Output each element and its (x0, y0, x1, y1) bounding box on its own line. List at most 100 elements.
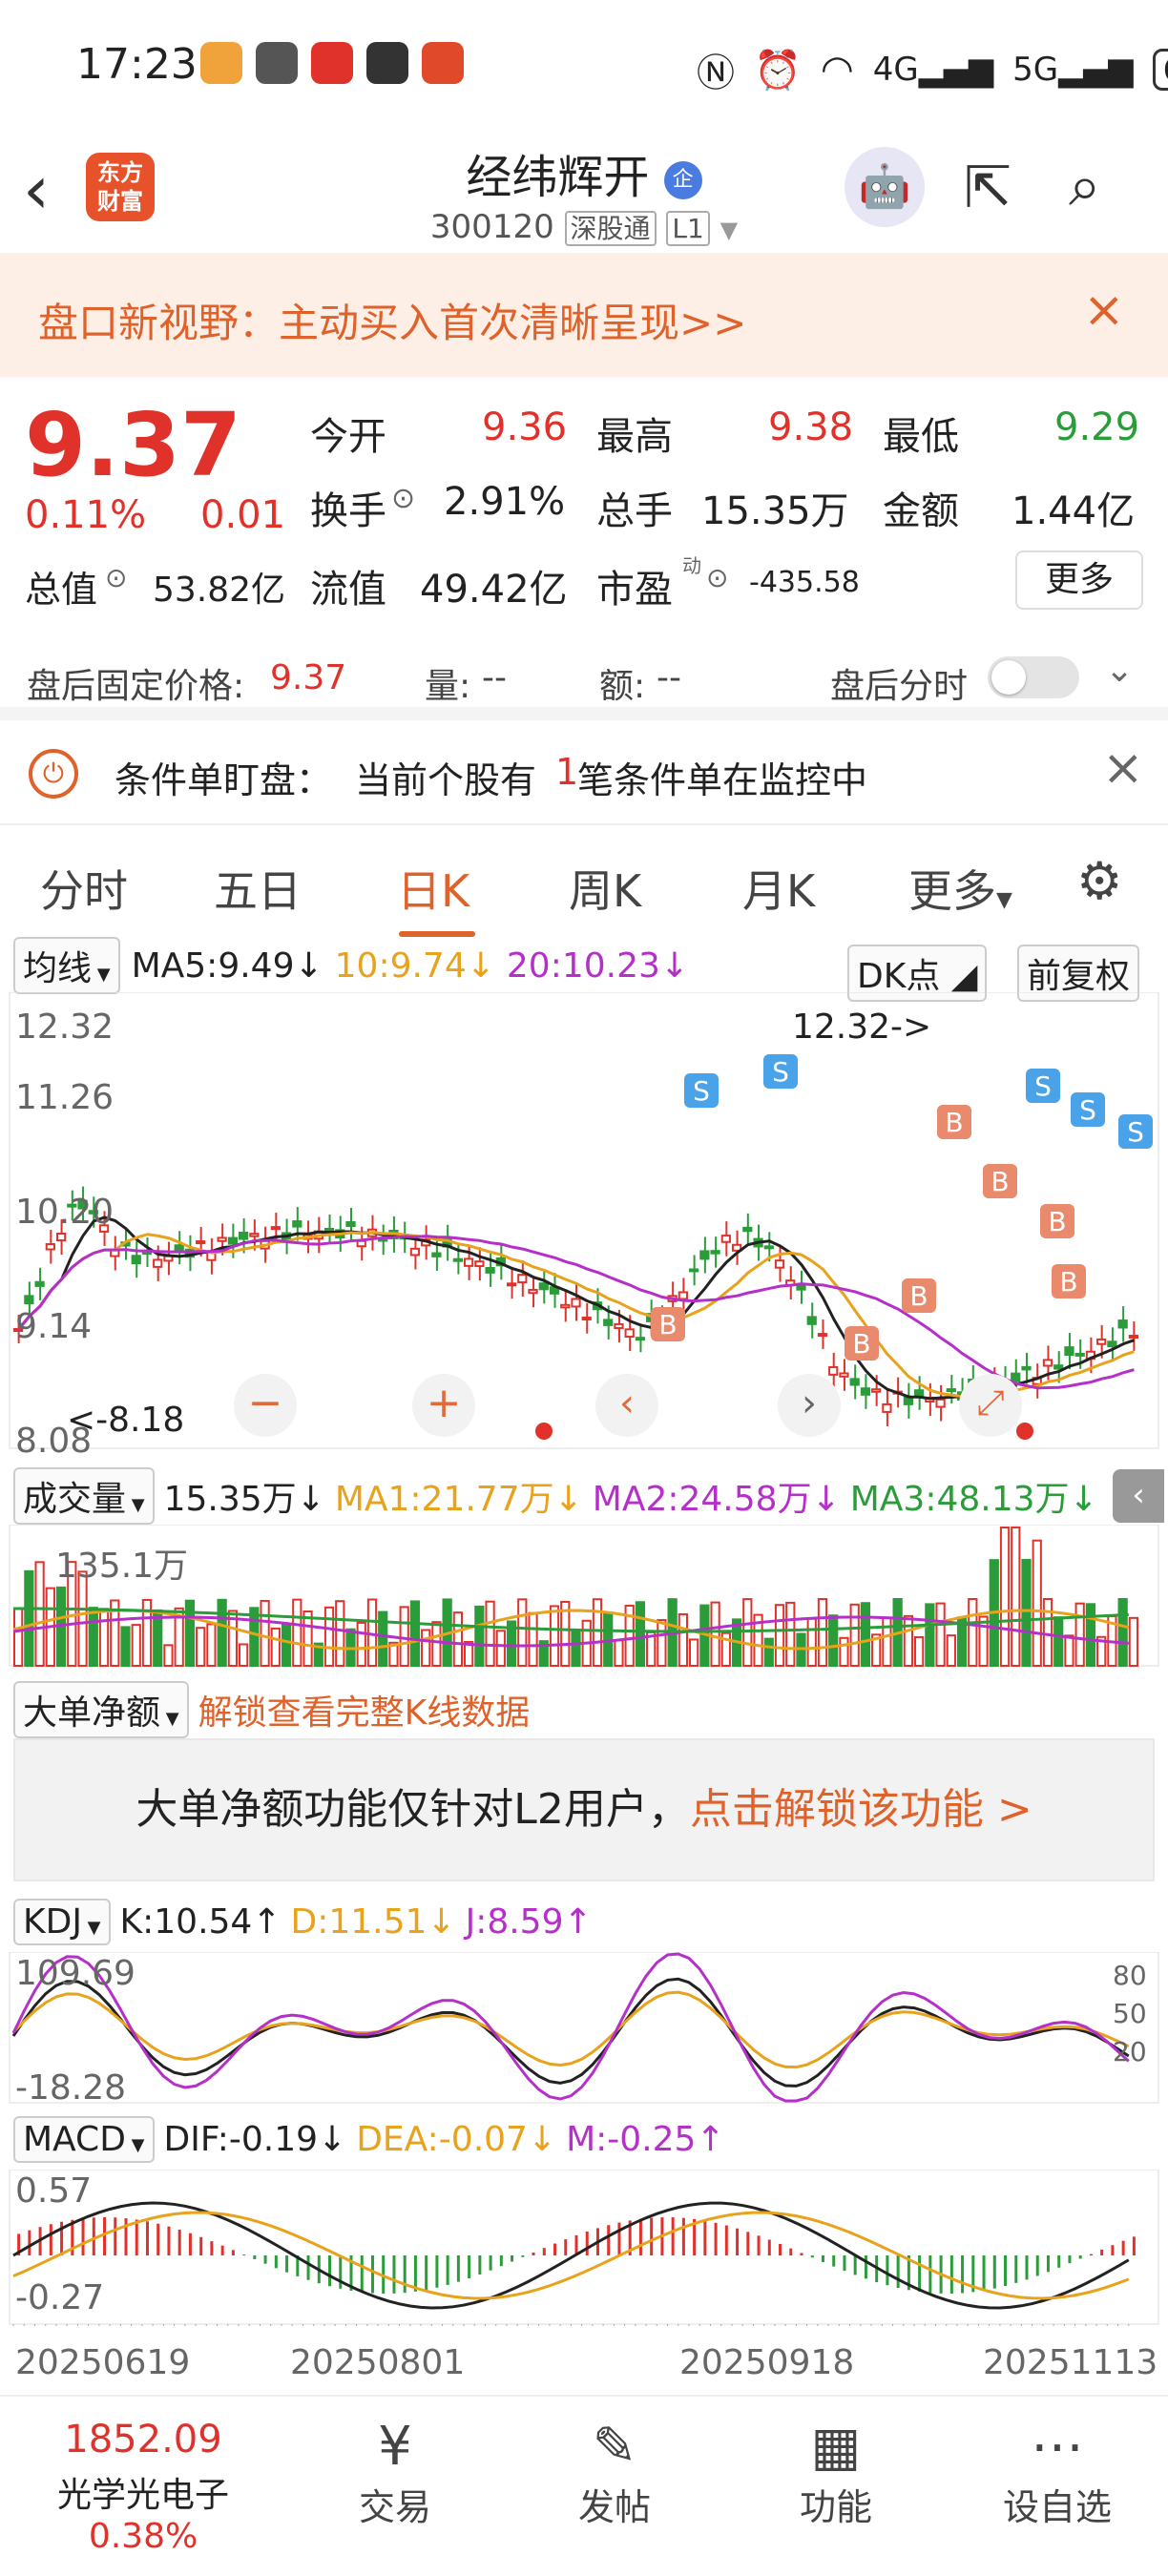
volume-bar (1074, 1602, 1085, 1667)
pe-label: 市盈 (596, 568, 673, 612)
collapse-panel-icon[interactable]: ‹ (1113, 1469, 1164, 1523)
post-button[interactable]: ✎ 发帖 (538, 2416, 691, 2530)
info-icon[interactable]: ⊙ (391, 482, 415, 515)
candle-body (871, 1388, 882, 1393)
volume-select-label: 成交量 (23, 1480, 127, 1519)
index-value: 1852.09 (64, 2418, 222, 2462)
macd-axis-top: 0.57 (15, 2171, 93, 2211)
volume-bar (1021, 1558, 1032, 1668)
after-hours-toggle[interactable] (988, 656, 1079, 698)
candle-body (849, 1378, 860, 1386)
fullscreen-icon[interactable]: ⤢ (959, 1374, 1022, 1437)
candle-body (174, 1244, 184, 1252)
macd-chart (9, 2170, 1159, 2326)
date-label: 20250619 (15, 2343, 191, 2382)
candle-body (464, 1257, 474, 1267)
condition-count: 1 (555, 751, 579, 793)
candle-body (452, 1257, 463, 1262)
candle-body (55, 1233, 67, 1242)
volume-bar (914, 1635, 925, 1668)
close-icon[interactable]: × (1083, 281, 1125, 339)
tab-daily-k[interactable]: 日K (397, 857, 469, 920)
candle-body (571, 1298, 581, 1308)
bigorder-select[interactable]: 大单净额 ▼ (13, 1681, 189, 1738)
kdj-select[interactable]: KDJ ▼ (13, 1899, 111, 1945)
ma-legend: 均线 ▼ MA5:9.49↓ 10:9.74↓ 20:10.23↓ (13, 937, 689, 994)
candle-body (699, 1250, 710, 1260)
app-notification-icon (311, 42, 353, 84)
candle-body (742, 1226, 753, 1233)
kdj-legend: KDJ ▼ K:10.54↑ D:11.51↓ J:8.59↑ (13, 1899, 593, 1945)
add-watchlist-button[interactable]: ⋯ 设自选 (981, 2416, 1134, 2530)
post-label: 发帖 (577, 2486, 651, 2528)
kdj-axis-top: 109.69 (15, 1954, 136, 1993)
min-price-label: <-8.18 (67, 1401, 185, 1440)
search-icon[interactable]: ⌕ (1069, 153, 1101, 219)
tab-intraday[interactable]: 分时 (40, 857, 128, 920)
stock-name: 经纬辉开 (466, 151, 650, 204)
chevron-down-icon[interactable]: ⌄ (1105, 651, 1134, 690)
robot-assistant-icon[interactable]: 🤖 (845, 147, 925, 227)
tab-weekly-k[interactable]: 周K (569, 857, 641, 920)
scroll-left-icon[interactable]: ‹ (595, 1374, 658, 1437)
promo-banner[interactable]: 盘口新视野：主动买入首次清晰呈现>> × (0, 253, 1168, 377)
date-label: 20250801 (290, 2343, 466, 2382)
macd-select[interactable]: MACD ▼ (13, 2116, 155, 2163)
kdj-k: K:10.54↑ (119, 1902, 282, 1942)
volume-bar (302, 1610, 313, 1667)
volume-bar (24, 1569, 34, 1667)
unlock-link[interactable]: 点击解锁该功能 > (690, 1785, 1032, 1834)
tab-monthly-k[interactable]: 月K (742, 857, 815, 920)
after-amt-value: -- (657, 658, 681, 697)
tab-five-day[interactable]: 五日 (214, 857, 302, 920)
trade-marker-label: B (1048, 1206, 1066, 1237)
macd-dif: DIF:-0.19↓ (163, 2120, 347, 2159)
share-icon[interactable]: ⇱ (964, 155, 1012, 221)
volume-bar (849, 1603, 860, 1667)
zoom-out-icon[interactable]: − (234, 1374, 297, 1437)
volume-bar (217, 1598, 227, 1667)
bigorder-lock-text[interactable]: 解锁查看完整K线数据 (198, 1685, 531, 1735)
ma10-value: 10:9.74↓ (334, 945, 495, 986)
condition-order-bar[interactable]: ⏻ 条件单盯盘： 当前个股有 1 笔条件单在监控中 × (0, 720, 1168, 825)
volume-bar (323, 1606, 335, 1667)
signal-4g-icon: 4G▂▄▆ (872, 51, 994, 89)
volume-bar (817, 1598, 828, 1667)
candle-body (217, 1236, 227, 1242)
trade-button[interactable]: ¥ 交易 (319, 2416, 471, 2530)
condition-label: 条件单盯盘： (115, 759, 333, 801)
volume-bar (120, 1626, 131, 1667)
bottom-bar: 1852.09 光学光电子 0.38% ¥ 交易 ✎ 发帖 ▦ 功能 ⋯ 设自选 (0, 2395, 1168, 2576)
low-value: 9.29 (1054, 405, 1140, 449)
bigorder-legend: 大单净额 ▼ 解锁查看完整K线数据 (13, 1681, 530, 1738)
ma-select[interactable]: 均线 ▼ (13, 937, 120, 994)
settings-gear-icon[interactable]: ⚙ (1076, 851, 1122, 911)
candle-body (24, 1295, 34, 1305)
more-dots-icon: ⋯ (1031, 2416, 1084, 2478)
candle-body (239, 1231, 249, 1240)
candle-body (506, 1282, 517, 1287)
candle-body (828, 1365, 839, 1376)
banner-text[interactable]: 盘口新视野：主动买入首次清晰呈现>> (38, 291, 746, 349)
volume-bar (378, 1610, 388, 1667)
app-notification-icon (366, 42, 408, 84)
scroll-right-icon[interactable]: › (778, 1374, 841, 1437)
watch-label: 设自选 (1002, 2486, 1112, 2528)
candle-body (806, 1316, 817, 1325)
volume-select[interactable]: 成交量 ▼ (13, 1467, 155, 1525)
turnover-value: 2.91% (444, 480, 566, 524)
high-value: 9.38 (768, 405, 854, 449)
tab-more[interactable]: 更多▼ (908, 857, 1012, 920)
index-widget[interactable]: 1852.09 光学光电子 0.38% (0, 2418, 286, 2556)
more-button[interactable]: 更多 (1015, 551, 1143, 610)
bigorder-notice[interactable]: 大单净额功能仅针对L2用户，点击解锁该功能 > (13, 1738, 1155, 1881)
volume-bar (903, 1614, 913, 1667)
candle-body (581, 1317, 592, 1321)
function-button[interactable]: ▦ 功能 (760, 2416, 912, 2530)
trade-marker-label: S (1034, 1070, 1052, 1102)
zoom-in-icon[interactable]: + (412, 1374, 475, 1437)
info-icon[interactable]: ⊙ (706, 562, 728, 593)
close-icon[interactable]: × (1102, 739, 1144, 797)
candle-body (720, 1235, 731, 1243)
info-icon[interactable]: ⊙ (105, 562, 127, 593)
